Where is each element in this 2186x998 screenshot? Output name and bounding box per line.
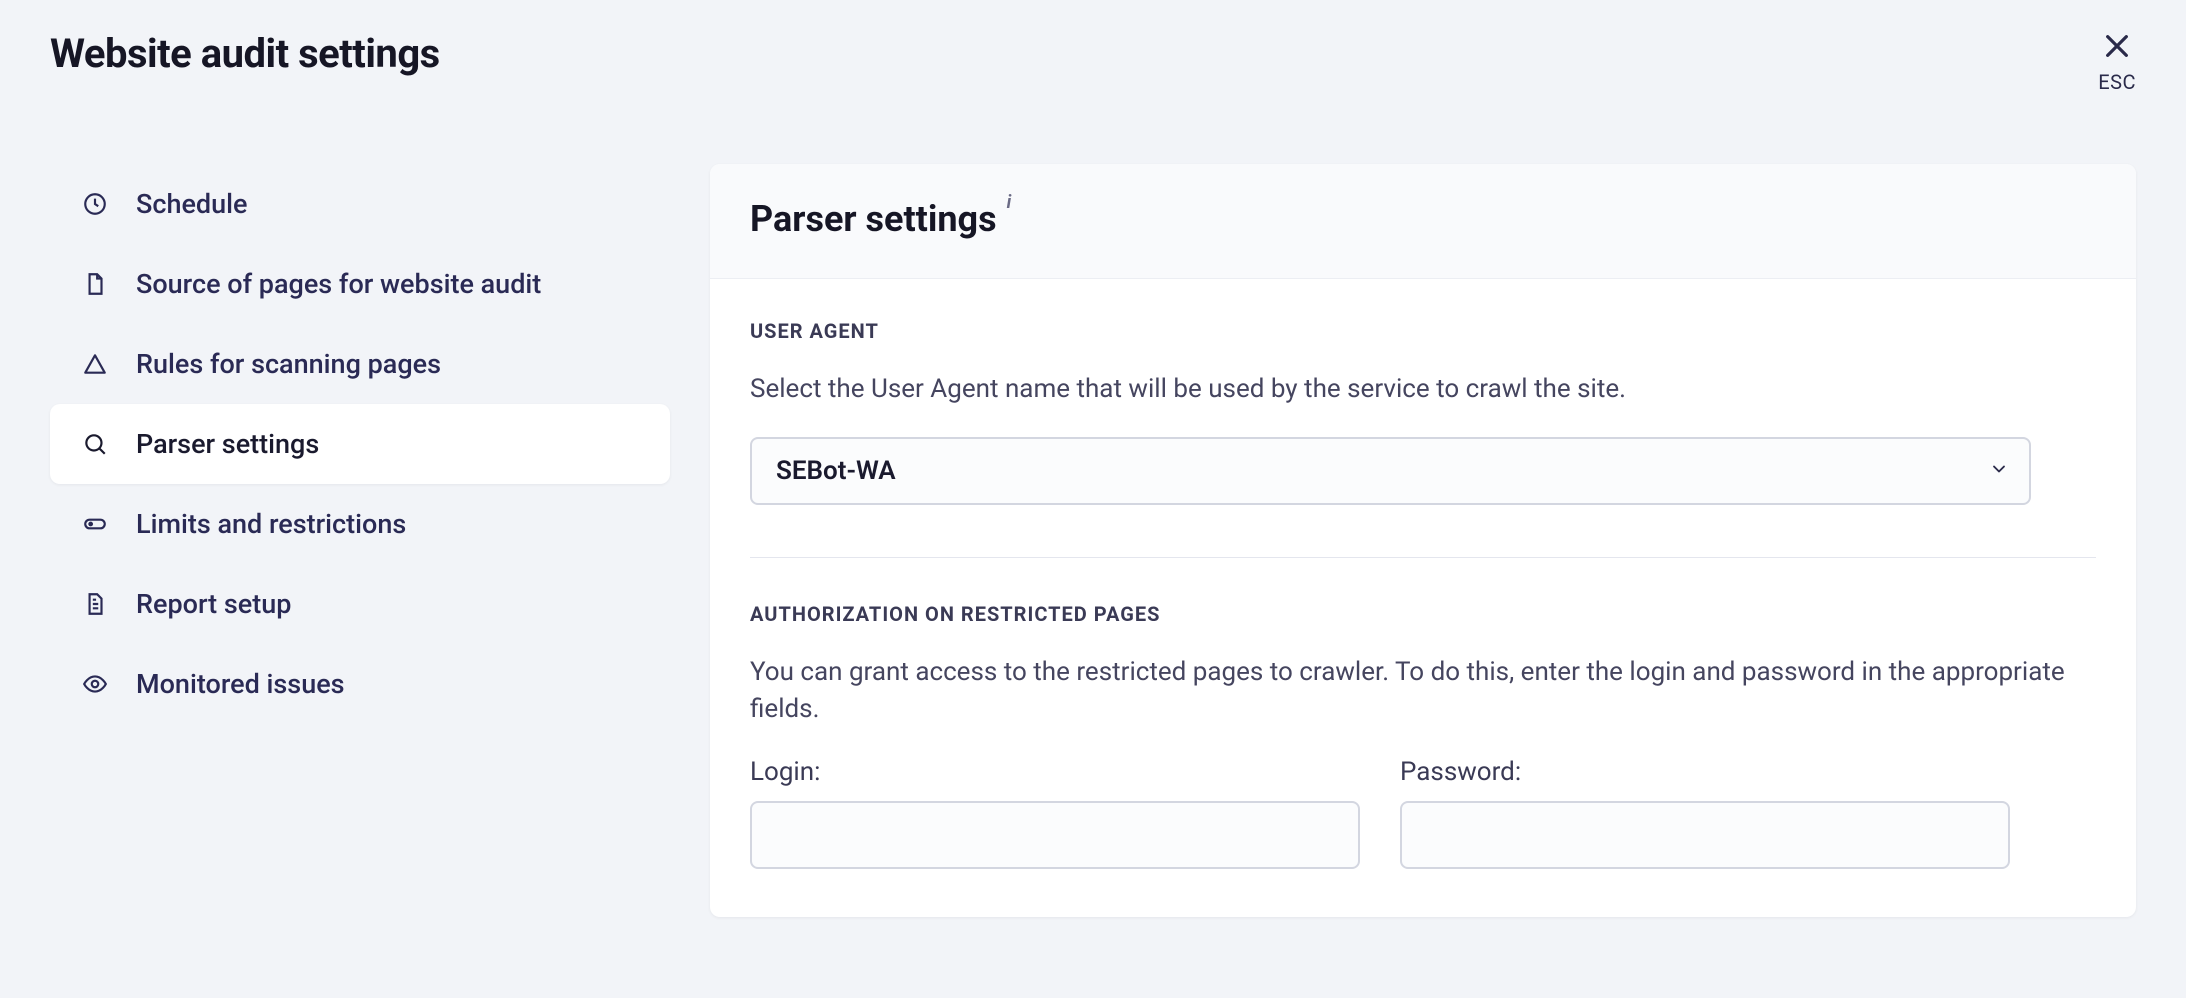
eye-icon <box>82 671 108 697</box>
main-panel: Parser settings i USER AGENT Select the … <box>710 164 2136 917</box>
info-icon[interactable]: i <box>1007 192 1012 213</box>
close-icon <box>2101 30 2133 66</box>
sidebar: Schedule Source of pages for website audi… <box>50 164 670 917</box>
page-icon <box>82 271 108 297</box>
toggle-icon <box>82 511 108 537</box>
password-label: Password: <box>1400 757 2010 787</box>
sidebar-item-label: Rules for scanning pages <box>136 348 441 380</box>
magnifier-icon <box>82 431 108 457</box>
panel-title: Parser settings i <box>750 198 1011 240</box>
sidebar-item-monitored[interactable]: Monitored issues <box>50 644 670 724</box>
user-agent-select[interactable]: SEBot-WA <box>750 437 2031 505</box>
close-label: ESC <box>2098 70 2136 94</box>
sidebar-item-label: Limits and restrictions <box>136 508 406 540</box>
sidebar-item-rules[interactable]: Rules for scanning pages <box>50 324 670 404</box>
sidebar-item-label: Parser settings <box>136 428 319 460</box>
section-divider <box>750 557 2096 558</box>
authorization-label: AUTHORIZATION ON RESTRICTED PAGES <box>750 602 2096 626</box>
sidebar-item-schedule[interactable]: Schedule <box>50 164 670 244</box>
sidebar-item-label: Schedule <box>136 188 247 220</box>
user-agent-selected-value: SEBot-WA <box>776 456 896 486</box>
panel-title-text: Parser settings <box>750 198 997 240</box>
close-button[interactable]: ESC <box>2098 30 2136 94</box>
clock-icon <box>82 191 108 217</box>
sidebar-item-label: Report setup <box>136 588 291 620</box>
user-agent-section: USER AGENT Select the User Agent name th… <box>750 319 2096 505</box>
panel-header: Parser settings i <box>710 164 2136 279</box>
page-title: Website audit settings <box>50 30 440 77</box>
sidebar-item-parser[interactable]: Parser settings <box>50 404 670 484</box>
sidebar-item-source[interactable]: Source of pages for website audit <box>50 244 670 324</box>
user-agent-description: Select the User Agent name that will be … <box>750 371 2096 409</box>
authorization-section: AUTHORIZATION ON RESTRICTED PAGES You ca… <box>750 602 2096 869</box>
login-input[interactable] <box>750 801 1360 869</box>
sidebar-item-report[interactable]: Report setup <box>50 564 670 644</box>
sidebar-item-label: Source of pages for website audit <box>136 268 541 300</box>
sidebar-item-label: Monitored issues <box>136 668 345 700</box>
login-label: Login: <box>750 757 1360 787</box>
triangle-icon <box>82 351 108 377</box>
sidebar-item-limits[interactable]: Limits and restrictions <box>50 484 670 564</box>
report-icon <box>82 591 108 617</box>
password-input[interactable] <box>1400 801 2010 869</box>
user-agent-label: USER AGENT <box>750 319 2096 343</box>
authorization-description: You can grant access to the restricted p… <box>750 654 2096 729</box>
